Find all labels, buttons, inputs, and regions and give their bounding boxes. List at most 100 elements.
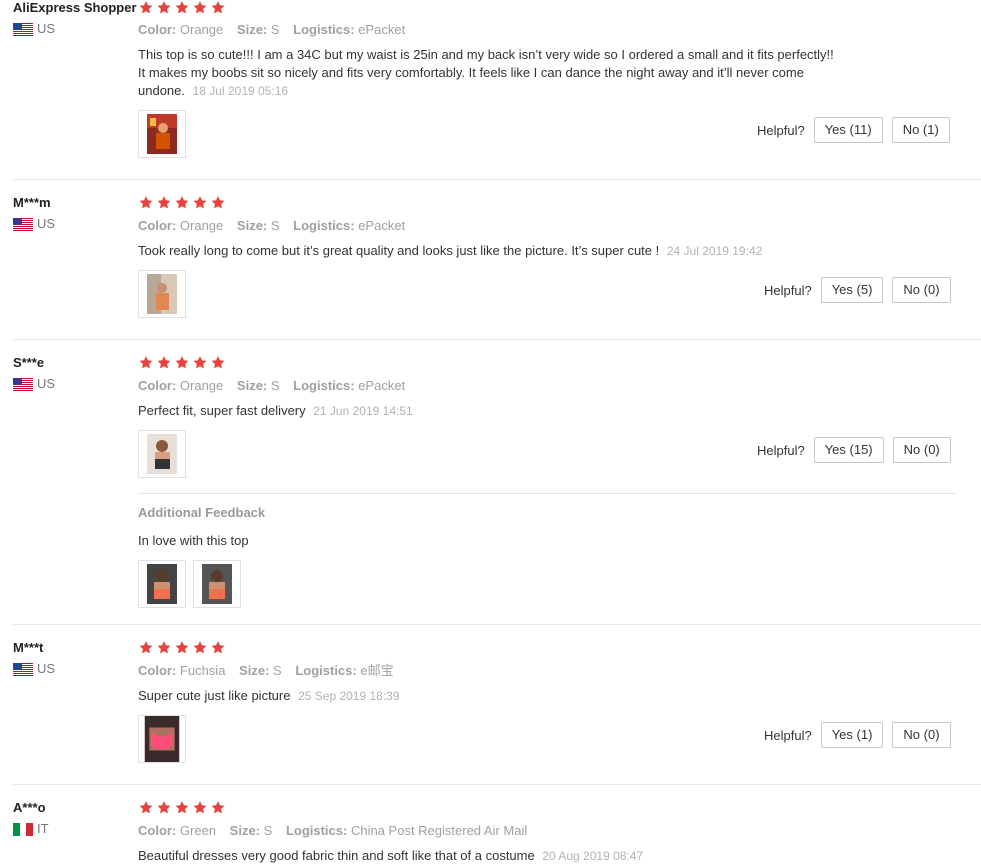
country-code: US — [37, 21, 56, 36]
order-info: Color: Orange Size: S Logistics: ePacket — [138, 22, 415, 38]
us-flag-icon — [13, 663, 33, 676]
reviewer-country: IT — [13, 822, 49, 836]
color-label: Color: — [138, 378, 177, 393]
helpful-no-button[interactable]: No (0) — [892, 437, 951, 463]
reviewer-info: S***e US — [13, 355, 55, 391]
star-icon — [192, 800, 208, 815]
review-text: Beautiful dresses very good fabric thin … — [138, 847, 838, 865]
photo-thumbnail — [144, 716, 180, 762]
reviewer-name: AliExpress Shopper — [13, 0, 137, 15]
reviewer-country: US — [13, 377, 55, 391]
reviewer-name: M***t — [13, 640, 44, 655]
us-flag-icon — [13, 218, 33, 231]
us-flag-icon — [13, 378, 33, 391]
review-divider — [13, 784, 981, 785]
logistics-label: Logistics: — [293, 218, 355, 233]
additional-photo[interactable] — [193, 560, 241, 608]
order-info: Color: Orange Size: S Logistics: ePacket — [138, 378, 415, 394]
review-text: Took really long to come but it’s great … — [138, 242, 838, 260]
size-value: S — [263, 823, 273, 838]
star-icon — [210, 800, 226, 815]
logistics-value: e邮宝 — [360, 663, 394, 678]
review-date: 25 Sep 2019 18:39 — [298, 689, 400, 703]
review-divider — [13, 179, 981, 180]
size-value: S — [270, 218, 280, 233]
star-icon — [138, 640, 154, 655]
star-rating — [138, 640, 226, 655]
color-label: Color: — [138, 218, 177, 233]
us-flag-icon — [13, 23, 33, 36]
review-text: Super cute just like picture 25 Sep 2019… — [138, 687, 838, 705]
star-icon — [174, 640, 190, 655]
star-icon — [174, 195, 190, 210]
helpful-no-button[interactable]: No (0) — [892, 722, 951, 748]
color-label: Color: — [138, 22, 177, 37]
logistics-value: ePacket — [358, 218, 406, 233]
star-icon — [156, 800, 172, 815]
star-icon — [156, 355, 172, 370]
color-value: Fuchsia — [179, 663, 226, 678]
additional-feedback-body: In love with this top — [138, 533, 249, 548]
helpful-vote: Helpful? Yes (11) No (1) — [757, 117, 950, 143]
it-flag-icon — [13, 823, 33, 836]
star-icon — [156, 195, 172, 210]
helpful-vote: Helpful? Yes (5) No (0) — [764, 277, 951, 303]
color-label: Color: — [138, 663, 177, 678]
star-icon — [210, 640, 226, 655]
size-value: S — [270, 22, 280, 37]
review-photo[interactable] — [138, 715, 186, 763]
star-icon — [156, 0, 172, 15]
star-icon — [174, 355, 190, 370]
reviewer-info: M***t US — [13, 640, 55, 676]
reviewer-name: M***m — [13, 195, 51, 210]
additional-feedback-divider — [138, 493, 957, 494]
color-value: Orange — [179, 218, 224, 233]
star-icon — [210, 355, 226, 370]
review-body: Beautiful dresses very good fabric thin … — [138, 848, 535, 863]
helpful-no-button[interactable]: No (1) — [891, 117, 950, 143]
country-code: IT — [37, 821, 49, 836]
review-photo[interactable] — [138, 430, 186, 478]
review-date: 21 Jun 2019 14:51 — [313, 404, 413, 418]
helpful-yes-button[interactable]: Yes (1) — [820, 722, 884, 748]
review-photo[interactable] — [138, 270, 186, 318]
star-icon — [210, 195, 226, 210]
helpful-label: Helpful? — [757, 122, 805, 138]
photo-thumbnail — [147, 564, 177, 604]
additional-feedback-text: In love with this top — [138, 532, 838, 550]
photo-thumbnail — [147, 114, 177, 154]
helpful-vote: Helpful? Yes (1) No (0) — [764, 722, 951, 748]
reviewer-info: A***o IT — [13, 800, 49, 836]
review-date: 24 Jul 2019 19:42 — [666, 244, 763, 258]
size-label: Size: — [236, 22, 268, 37]
logistics-value: ePacket — [358, 22, 406, 37]
helpful-yes-button[interactable]: Yes (5) — [820, 277, 884, 303]
star-rating — [138, 355, 226, 370]
helpful-no-button[interactable]: No (0) — [892, 277, 951, 303]
reviewer-country: US — [13, 662, 55, 676]
star-icon — [174, 800, 190, 815]
star-rating — [138, 800, 226, 815]
star-icon — [156, 640, 172, 655]
helpful-yes-button[interactable]: Yes (11) — [813, 117, 883, 143]
size-label: Size: — [239, 663, 270, 678]
country-code: US — [37, 376, 56, 391]
star-icon — [192, 195, 208, 210]
review-photo[interactable] — [138, 110, 186, 158]
reviewer-info: M***m US — [13, 195, 55, 231]
reviewer-country: US — [13, 22, 137, 36]
logistics-label: Logistics: — [293, 378, 355, 393]
logistics-value: ePacket — [358, 378, 406, 393]
helpful-yes-button[interactable]: Yes (15) — [813, 437, 884, 463]
order-info: Color: Orange Size: S Logistics: ePacket — [138, 218, 415, 234]
star-icon — [174, 0, 190, 15]
additional-photo[interactable] — [138, 560, 186, 608]
reviewer-name: A***o — [13, 800, 46, 815]
review-divider — [13, 624, 981, 625]
color-value: Orange — [179, 22, 224, 37]
star-rating — [138, 195, 226, 210]
country-code: US — [37, 661, 56, 676]
star-icon — [138, 0, 154, 15]
helpful-label: Helpful? — [757, 442, 805, 458]
color-value: Green — [179, 823, 217, 838]
